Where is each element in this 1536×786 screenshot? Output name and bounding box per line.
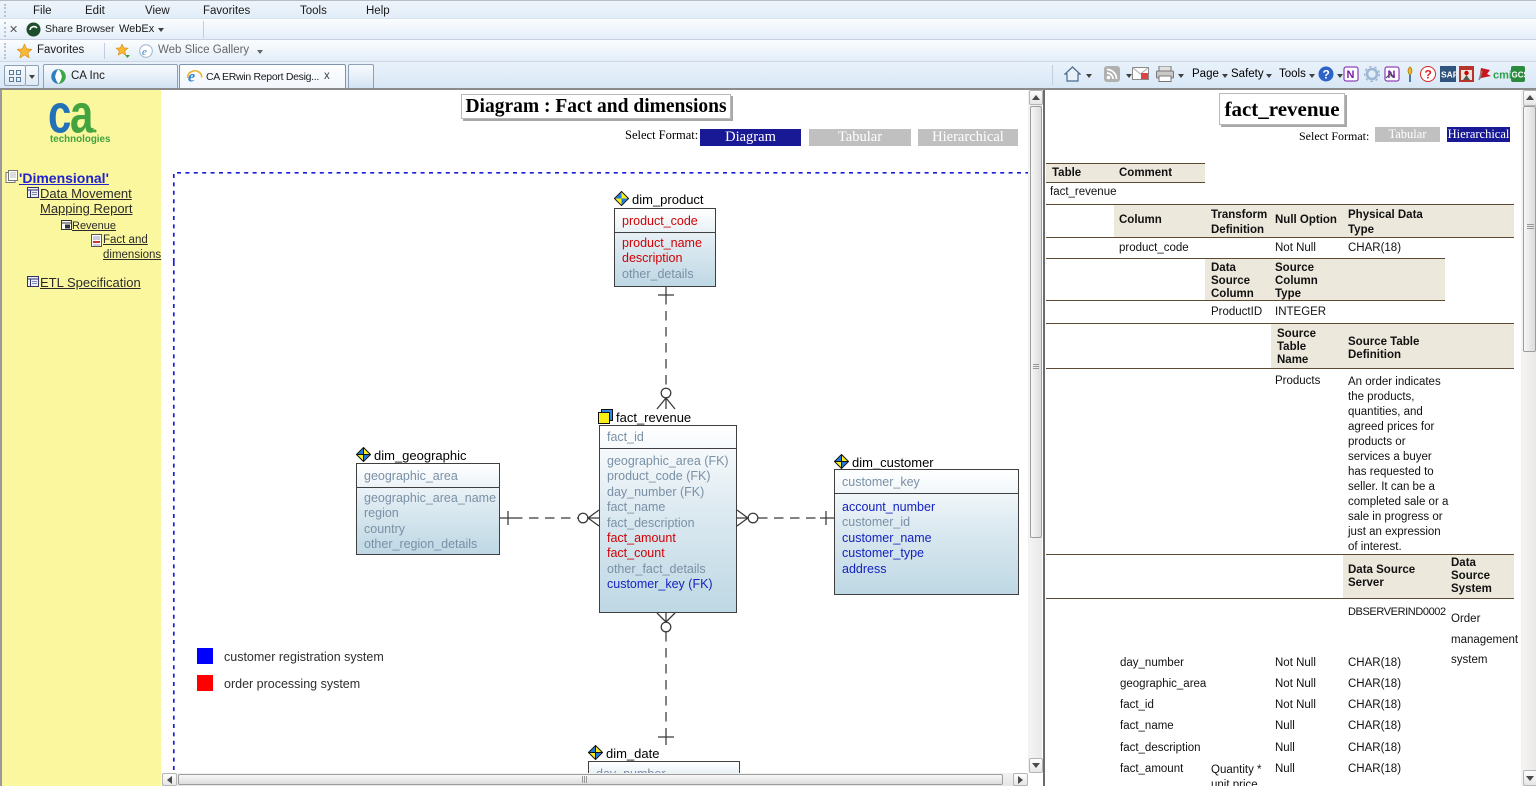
svg-text:N: N [1347, 69, 1355, 81]
svg-text:?: ? [1323, 68, 1330, 82]
svg-text:GCS: GCS [1512, 71, 1526, 80]
svg-text:e: e [142, 46, 147, 58]
svg-text:technologies: technologies [50, 134, 111, 145]
svg-text:?: ? [1425, 68, 1432, 82]
svg-text:cmi: cmi [1493, 70, 1512, 82]
svg-text:SAP: SAP [1441, 70, 1456, 80]
